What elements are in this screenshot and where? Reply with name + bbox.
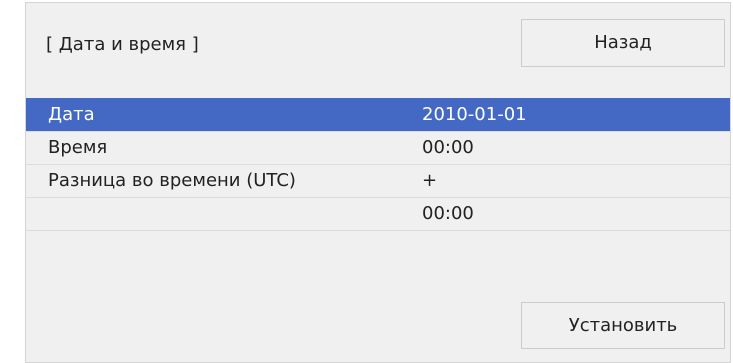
setting-row-time[interactable]: Время 00:00 — [26, 131, 730, 164]
set-button[interactable]: Установить — [521, 302, 725, 349]
setting-label: Время — [48, 137, 108, 158]
settings-list: Дата 2010-01-01 Время 00:00 Разница во в… — [26, 98, 730, 231]
setting-row-date[interactable]: Дата 2010-01-01 — [26, 98, 730, 131]
setting-label: Разница во времени (UTC) — [48, 170, 296, 191]
setting-value: + — [422, 170, 438, 191]
setting-row-utc-offset-sign[interactable]: Разница во времени (UTC) + — [26, 164, 730, 197]
setting-value: 00:00 — [422, 137, 474, 158]
date-time-dialog: [ Дата и время ] Назад Дата 2010-01-01 В… — [25, 2, 731, 363]
dialog-title: [ Дата и время ] — [46, 34, 199, 55]
setting-label: Дата — [48, 104, 95, 125]
setting-value: 00:00 — [422, 203, 474, 224]
setting-row-utc-offset-time[interactable]: 00:00 — [26, 197, 730, 231]
back-button[interactable]: Назад — [521, 19, 725, 67]
setting-value: 2010-01-01 — [422, 104, 527, 125]
